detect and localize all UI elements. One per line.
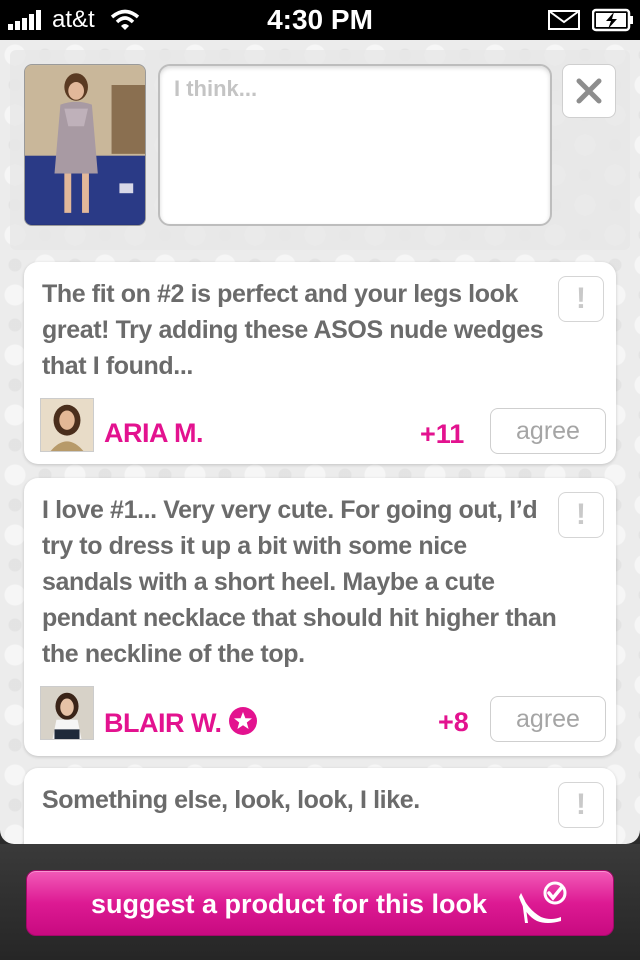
comment-text: Something else, look, look, I like. — [42, 786, 420, 814]
comment-input[interactable] — [158, 64, 552, 226]
agree-button[interactable]: agree — [490, 696, 606, 742]
star-badge-icon — [228, 707, 257, 735]
suggest-product-label: suggest a product for this look — [91, 889, 488, 919]
comment-text: I love #1... Very very cute. For going o… — [42, 496, 557, 668]
comments-panel: The fit on #2 is perfect and your legs l… — [0, 40, 640, 844]
look-photo-image — [25, 65, 145, 225]
mail-icon — [548, 10, 580, 30]
bottom-bar: suggest a product for this look — [0, 844, 640, 960]
agree-button[interactable]: agree — [490, 408, 606, 454]
vote-count: +11 — [420, 419, 465, 449]
comment-text: The fit on #2 is perfect and your legs l… — [42, 280, 544, 380]
high-heel-check-icon — [519, 881, 567, 923]
comment-username[interactable]: ARIA M. — [104, 418, 204, 449]
comment-username[interactable]: BLAIR W. — [104, 706, 258, 739]
compose-area — [10, 50, 630, 250]
close-button[interactable] — [562, 64, 616, 118]
report-button[interactable]: ! — [558, 276, 604, 322]
status-bar: at&t 4:30 PM — [0, 0, 640, 40]
comment-card: The fit on #2 is perfect and your legs l… — [24, 262, 616, 464]
clock: 4:30 PM — [267, 4, 373, 35]
report-button[interactable]: ! — [558, 492, 604, 538]
avatar-image — [41, 687, 93, 739]
vote-count: +8 — [438, 707, 469, 737]
report-button[interactable]: ! — [558, 782, 604, 828]
comment-card: I love #1... Very very cute. For going o… — [24, 478, 616, 756]
close-icon — [576, 78, 602, 104]
comment-card: Something else, look, look, I like. ! — [24, 768, 616, 844]
battery-charging-icon — [592, 8, 633, 32]
avatar[interactable] — [40, 686, 94, 740]
avatar[interactable] — [40, 398, 94, 452]
avatar-image — [41, 399, 93, 451]
suggest-product-button[interactable]: suggest a product for this look — [26, 870, 614, 936]
look-photo-thumbnail[interactable] — [24, 64, 146, 226]
username-text: BLAIR W. — [104, 708, 222, 738]
